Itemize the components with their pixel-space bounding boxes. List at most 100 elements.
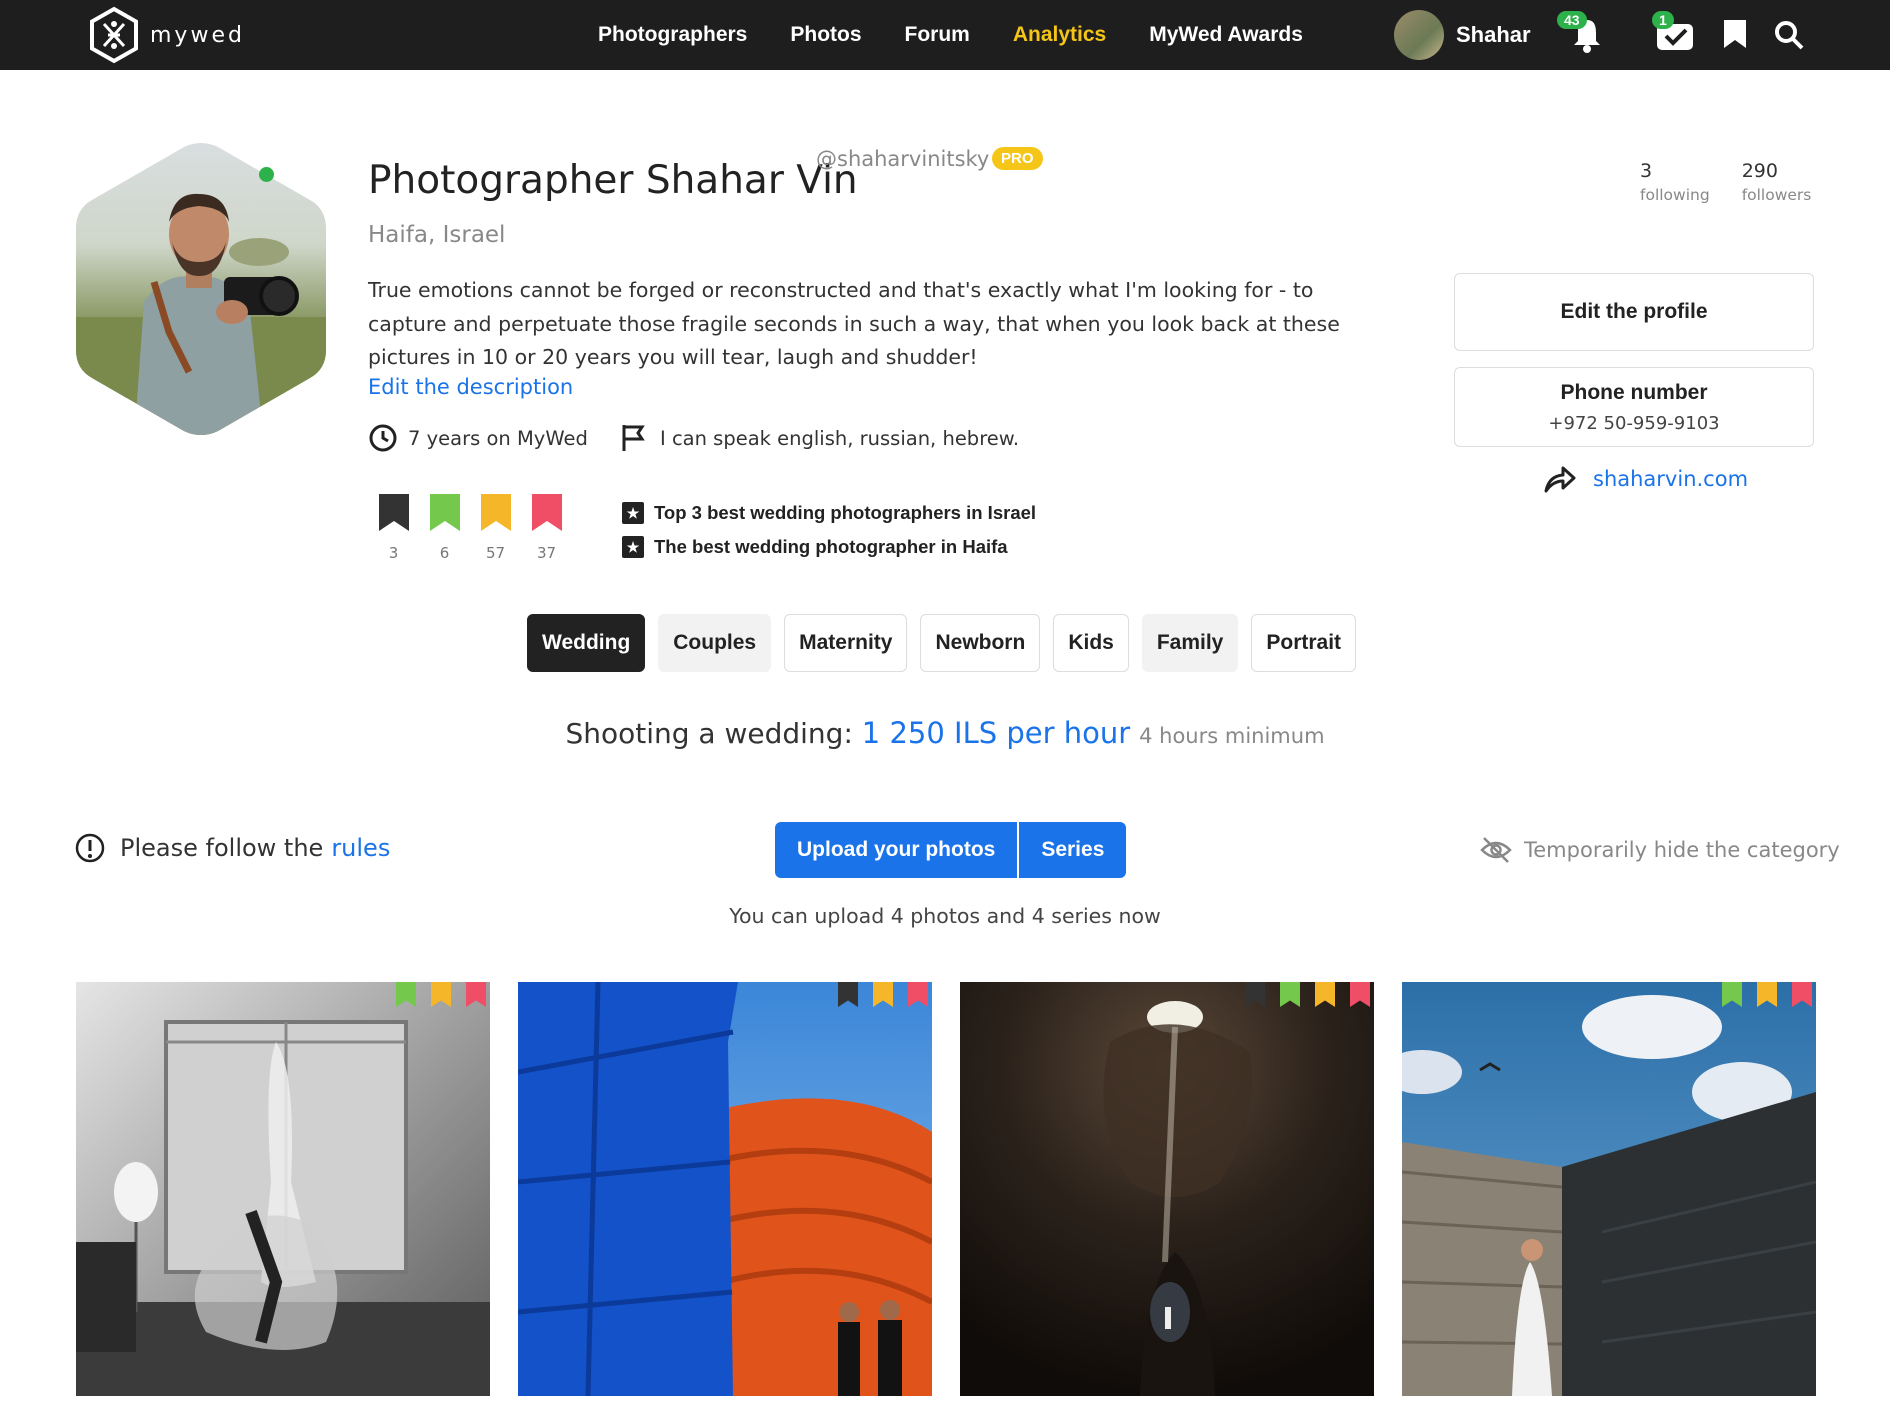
photo-thumbnail[interactable] <box>518 982 932 1396</box>
series-button[interactable]: Series <box>1019 822 1127 878</box>
tab-portrait[interactable]: Portrait <box>1251 614 1357 672</box>
price-minimum: 4 hours minimum <box>1139 724 1325 748</box>
upload-button-group: Upload your photos Series <box>775 822 1127 878</box>
follow-stats: 3 following 290 followers <box>1640 160 1843 204</box>
user-menu[interactable]: Shahar <box>1394 10 1531 60</box>
tab-wedding[interactable]: Wedding <box>527 614 646 672</box>
nav-forum[interactable]: Forum <box>905 23 970 47</box>
followers-stat[interactable]: 290 followers <box>1742 160 1812 204</box>
tab-family[interactable]: Family <box>1141 614 1239 672</box>
user-avatar[interactable] <box>1394 10 1444 60</box>
bookmark-icon <box>1724 20 1746 48</box>
awards-list: ★ Top 3 best wedding photographers in Is… <box>622 496 1036 564</box>
search-icon <box>1775 21 1804 50</box>
online-status-dot <box>259 167 274 182</box>
ribbon-red-icon <box>1350 982 1370 1007</box>
notifications-button[interactable]: 43 <box>1557 11 1604 58</box>
price-line: Shooting a wedding: 1 250 ILS per hour 4… <box>0 716 1890 750</box>
search-button[interactable] <box>1774 20 1804 54</box>
website-link[interactable]: shaharvin.com <box>1543 464 1748 494</box>
nav-photographers[interactable]: Photographers <box>598 23 747 47</box>
photo-ribbons <box>1230 982 1370 1007</box>
photo-orange-building-couple <box>518 982 932 1396</box>
tab-maternity[interactable]: Maternity <box>784 614 908 672</box>
following-stat[interactable]: 3 following <box>1640 160 1710 204</box>
ribbon-red[interactable]: 37 <box>521 494 572 562</box>
award-item[interactable]: ★ The best wedding photographer in Haifa <box>622 530 1036 564</box>
eye-off-icon <box>1480 837 1512 863</box>
photo-thumbnail[interactable] <box>76 982 490 1396</box>
edit-profile-button[interactable]: Edit the profile <box>1454 273 1814 351</box>
profile-handle: @shaharvinitsky <box>816 147 990 171</box>
years-on-mywed: 7 years on MyWed <box>368 423 588 453</box>
ribbon-green-icon <box>1722 982 1742 1007</box>
ribbon-black-count: 3 <box>388 544 399 562</box>
ribbon-green-icon <box>1280 982 1300 1007</box>
rules-link[interactable]: rules <box>331 834 390 862</box>
upload-photos-button[interactable]: Upload your photos <box>775 822 1018 878</box>
nav-photos[interactable]: Photos <box>790 23 861 47</box>
messages-badge: 1 <box>1652 11 1674 29</box>
rules-text: Please follow the <box>120 834 324 862</box>
ribbon-black-icon <box>1245 982 1265 1007</box>
award-item[interactable]: ★ Top 3 best wedding photographers in Is… <box>622 496 1036 530</box>
brand-name: mywed <box>150 22 245 48</box>
bookmarks-button[interactable] <box>1722 18 1748 54</box>
profile-name: Photographer Shahar Vin <box>368 158 858 203</box>
photo-ribbons <box>823 982 928 1007</box>
user-name[interactable]: Shahar <box>1456 22 1531 48</box>
ribbon-yellow[interactable]: 57 <box>470 494 521 562</box>
edit-description-link[interactable]: Edit the description <box>368 375 573 399</box>
award-text: Top 3 best wedding photographers in Isra… <box>654 502 1037 523</box>
ribbon-green[interactable]: 6 <box>419 494 470 562</box>
years-on-mywed-text: 7 years on MyWed <box>408 426 588 450</box>
ribbon-yellow-icon <box>480 494 511 531</box>
tab-kids[interactable]: Kids <box>1053 614 1129 672</box>
tab-newborn[interactable]: Newborn <box>920 614 1041 672</box>
ribbon-black-icon <box>838 982 858 1007</box>
hide-category-button[interactable]: Temporarily hide the category <box>1480 836 1840 864</box>
ribbon-yellow-icon <box>431 982 451 1007</box>
share-arrow-icon <box>1544 466 1576 493</box>
nav-analytics[interactable]: Analytics <box>1013 23 1106 47</box>
following-label: following <box>1640 186 1710 204</box>
photo-bride-sky-wall <box>1402 982 1816 1396</box>
exclamation-circle-icon <box>75 833 105 863</box>
photo-thumbnail[interactable] <box>960 982 1374 1396</box>
clock-icon <box>369 424 397 452</box>
followers-count: 290 <box>1741 160 1778 182</box>
ribbon-green-icon <box>429 494 460 531</box>
star-icon: ★ <box>622 536 644 558</box>
nav-mywed-awards[interactable]: MyWed Awards <box>1149 23 1303 47</box>
followers-label: followers <box>1741 186 1812 204</box>
ribbon-red-icon <box>531 494 562 531</box>
photo-thumbnail[interactable] <box>1402 982 1816 1396</box>
price-label: Shooting a wedding: <box>565 717 853 750</box>
ribbon-green-icon <box>396 982 416 1007</box>
ribbon-red-count: 37 <box>536 544 557 562</box>
ribbon-green-count: 6 <box>439 544 450 562</box>
languages: I can speak english, russian, hebrew. <box>620 423 1019 453</box>
photo-bride-dress-bw <box>76 982 490 1396</box>
top-navigation-bar: mywed Photographers Photos Forum Analyti… <box>0 0 1890 70</box>
category-tabs: Wedding Couples Maternity Newborn Kids F… <box>527 614 1369 672</box>
ribbon-yellow-count: 57 <box>485 544 506 562</box>
profile-description: True emotions cannot be forged or recons… <box>368 278 1340 369</box>
ribbon-red-icon <box>1792 982 1812 1007</box>
photo-ribbons <box>1707 982 1812 1007</box>
ribbon-black[interactable]: 3 <box>368 494 419 562</box>
photo-cave-couple <box>960 982 1374 1396</box>
profile-photo <box>76 143 326 435</box>
ribbon-red-icon <box>908 982 928 1007</box>
messages-button[interactable]: 1 <box>1652 11 1696 58</box>
tab-couples[interactable]: Couples <box>658 614 772 672</box>
phone-number-label: Phone number <box>1560 380 1708 404</box>
profile-avatar[interactable] <box>74 142 328 436</box>
main-nav: Photographers Photos Forum Analytics MyW… <box>598 0 1346 70</box>
ribbon-yellow-icon <box>1757 982 1777 1007</box>
ribbon-yellow-icon <box>873 982 893 1007</box>
languages-text: I can speak english, russian, hebrew. <box>660 426 1020 450</box>
phone-number-button[interactable]: Phone number +972 50-959-9103 <box>1454 367 1814 447</box>
pro-badge: PRO <box>992 147 1043 170</box>
mywed-logo[interactable]: mywed <box>88 6 245 64</box>
